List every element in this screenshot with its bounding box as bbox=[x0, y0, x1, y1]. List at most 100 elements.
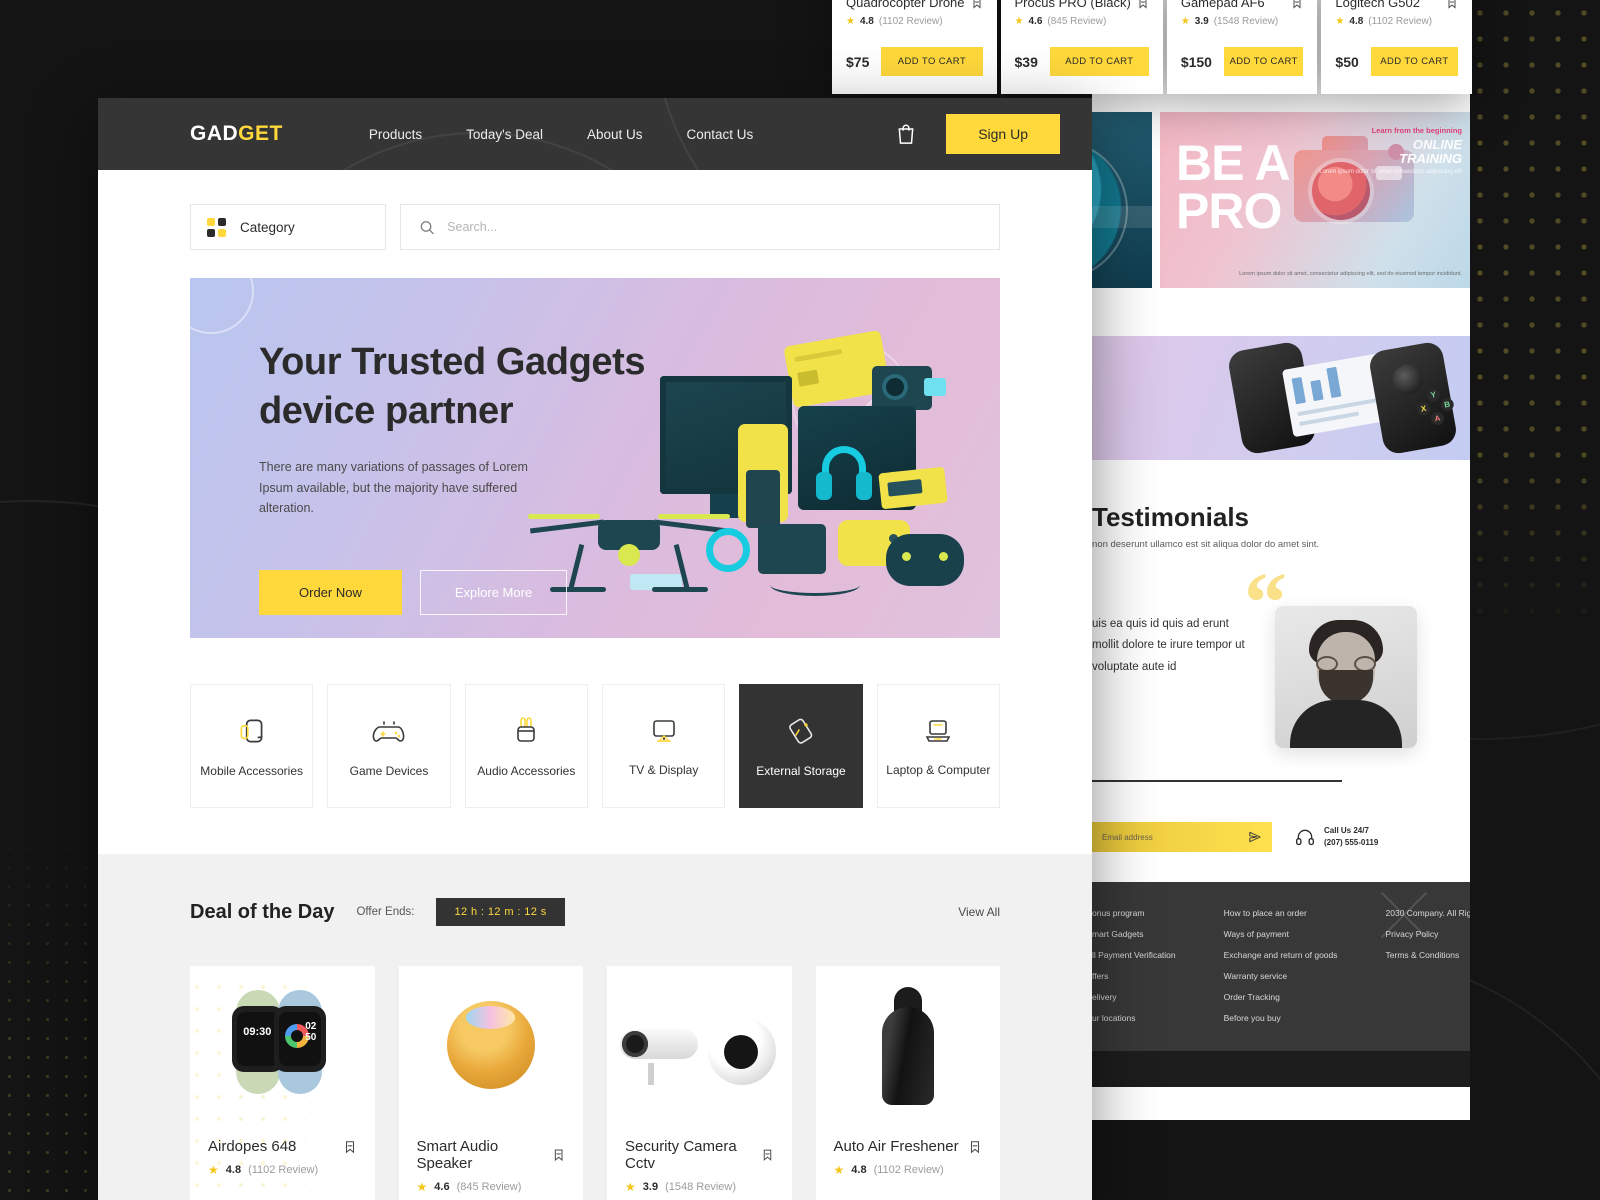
bookmark-icon[interactable] bbox=[968, 1139, 982, 1155]
category-tile-laptop-computer[interactable]: Laptop & Computer bbox=[876, 684, 1000, 808]
bookmark-icon[interactable] bbox=[1137, 0, 1149, 10]
category-tile-mobile-accessories[interactable]: Mobile Accessories bbox=[190, 684, 314, 808]
footer-link[interactable]: Order Tracking bbox=[1224, 992, 1338, 1002]
footer-link[interactable]: Warranty service bbox=[1224, 971, 1338, 981]
deal-product-grid: 09:30 02 50 Airdopes 648 ★ 4.8 (1102 Rev… bbox=[186, 966, 1000, 1200]
newsletter-placeholder: Email address bbox=[1102, 832, 1153, 842]
footer-link[interactable]: Ways of payment bbox=[1224, 929, 1338, 939]
product-rating: ★ 4.8 (1102 Review) bbox=[833, 1163, 944, 1177]
be-a-pro-heading: BE A PRO bbox=[1176, 135, 1291, 239]
category-tile-label: TV & Display bbox=[628, 763, 699, 777]
category-tile-label: Laptop & Computer bbox=[886, 763, 991, 777]
mini-product-price: $50 bbox=[1335, 53, 1359, 70]
view-all-link[interactable]: View All bbox=[958, 905, 1000, 919]
headphones-icon bbox=[1296, 829, 1314, 846]
bookmark-icon[interactable] bbox=[761, 1147, 774, 1163]
add-to-cart-button[interactable]: ADD TO CART bbox=[1370, 47, 1459, 77]
search-bar: Category bbox=[98, 170, 1092, 250]
usb-drive-icon bbox=[789, 718, 813, 744]
newsletter-email-field[interactable]: Email address bbox=[1092, 822, 1272, 852]
explore-more-button[interactable]: Explore More bbox=[419, 570, 568, 615]
category-tile-external-storage[interactable]: External Storage bbox=[739, 684, 863, 808]
product-rating: ★ 4.6 (845 Review) bbox=[416, 1180, 522, 1194]
floating-product-strip: Quadrocopter Drone ★ 4.8 (1102 Review) $… bbox=[832, 0, 1473, 94]
hero-heading: Your Trusted Gadgets device partner bbox=[259, 341, 646, 432]
send-icon[interactable] bbox=[1248, 830, 1262, 844]
category-tile-label: Mobile Accessories bbox=[200, 764, 304, 778]
offer-ends-label: Offer Ends: bbox=[356, 906, 415, 918]
footer-link[interactable]: ll Payment Verification bbox=[1092, 950, 1176, 960]
product-image bbox=[399, 966, 584, 1124]
bookmark-icon[interactable] bbox=[343, 1139, 357, 1155]
mini-product-card[interactable]: Procus PRO (Black) ★ 4.6 (845 Review) $3… bbox=[1000, 0, 1163, 94]
footer-link[interactable]: elivery bbox=[1092, 992, 1176, 1002]
footer-column-1: onus program mart Gadgets ll Payment Ver… bbox=[1092, 908, 1176, 1023]
sign-up-button[interactable]: Sign Up bbox=[946, 114, 1060, 154]
product-rating: ★ 3.9 (1548 Review) bbox=[625, 1180, 736, 1194]
section-divider bbox=[1092, 780, 1342, 782]
mini-product-card[interactable]: Logitech G502 ★ 4.8 (1102 Review) $50 AD… bbox=[1321, 0, 1473, 94]
footer: onus program mart Gadgets ll Payment Ver… bbox=[1092, 882, 1470, 1051]
mini-product-price: $75 bbox=[846, 53, 870, 70]
screen: BE A PRO Learn from the beginning ONLINE… bbox=[0, 0, 1600, 1200]
call-us-block: Call Us 24/7 (207) 555-0119 bbox=[1294, 825, 1378, 849]
countdown-timer: 12 h : 12 m : 12 s bbox=[436, 898, 565, 926]
bookmark-icon[interactable] bbox=[1291, 0, 1303, 10]
footer-column-2: How to place an order Ways of payment Ex… bbox=[1224, 908, 1338, 1023]
bookmark-icon[interactable] bbox=[1446, 0, 1458, 10]
footer-link[interactable]: Terms & Conditions bbox=[1386, 950, 1470, 960]
footer-link[interactable]: mart Gadgets bbox=[1092, 929, 1176, 939]
promo-kicker: Learn from the beginning bbox=[1371, 126, 1462, 135]
category-tile-audio-accessories[interactable]: Audio Accessories bbox=[464, 684, 588, 808]
nav-item-about-us[interactable]: About Us bbox=[587, 127, 643, 142]
category-tile-label: External Storage bbox=[756, 764, 846, 778]
nav-links: Products Today's Deal About Us Contact U… bbox=[369, 127, 753, 142]
product-card[interactable]: Smart Audio Speaker ★ 4.6 (845 Review) bbox=[398, 966, 584, 1200]
bookmark-icon[interactable] bbox=[971, 0, 983, 10]
product-card[interactable]: Auto Air Freshener ★ 4.8 (1102 Review) bbox=[815, 966, 1000, 1200]
product-card[interactable]: 09:30 02 50 Airdopes 648 ★ 4.8 (1102 Rev… bbox=[186, 966, 375, 1200]
add-to-cart-button[interactable]: ADD TO CART bbox=[1049, 47, 1149, 77]
nav-item-contact-us[interactable]: Contact Us bbox=[687, 127, 754, 142]
footer-link[interactable]: ffers bbox=[1092, 971, 1176, 981]
shopping-bag-icon[interactable] bbox=[896, 123, 916, 145]
testimonials-title: Testimonials bbox=[1092, 502, 1250, 532]
star-icon: ★ bbox=[1180, 16, 1190, 28]
add-to-cart-button[interactable]: ADD TO CART bbox=[881, 47, 983, 77]
footer-link[interactable]: Before you buy bbox=[1224, 1013, 1338, 1023]
product-title: Security Camera Cctv bbox=[625, 1138, 737, 1172]
earbuds-icon bbox=[517, 717, 536, 742]
bookmark-icon[interactable] bbox=[552, 1147, 565, 1163]
footer-link[interactable]: ur locations bbox=[1092, 1013, 1176, 1023]
be-a-pro-banner[interactable]: BE A PRO Learn from the beginning ONLINE… bbox=[1160, 112, 1470, 288]
right-page-column: BE A PRO Learn from the beginning ONLINE… bbox=[1092, 0, 1470, 1120]
brand-logo[interactable]: GADGET bbox=[190, 122, 283, 146]
testimonials-subtitle: non deserunt ullamco est sit aliqua dolo… bbox=[1092, 539, 1320, 550]
nav-item-todays-deal[interactable]: Today's Deal bbox=[466, 127, 543, 142]
headphone-promo-banner[interactable] bbox=[1092, 112, 1152, 288]
hero-banner: Your Trusted Gadgets device partner Ther… bbox=[190, 278, 1000, 638]
nav-item-products[interactable]: Products bbox=[369, 127, 422, 142]
mini-product-card[interactable]: Quadrocopter Drone ★ 4.8 (1102 Review) $… bbox=[832, 0, 997, 94]
category-selector[interactable]: Category bbox=[190, 204, 386, 250]
category-tile-game-devices[interactable]: Game Devices bbox=[327, 684, 451, 808]
footer-link[interactable]: How to place an order bbox=[1224, 908, 1338, 918]
category-tile-label: Game Devices bbox=[349, 764, 429, 778]
search-input[interactable] bbox=[447, 220, 981, 234]
phone-discount-banner[interactable]: t phone % off itch acros Y bbox=[1092, 336, 1470, 460]
footer-link[interactable]: Exchange and return of goods bbox=[1224, 950, 1338, 960]
category-tile-tv-display[interactable]: TV & Display bbox=[601, 684, 726, 808]
mini-product-rating: ★ 4.8 (1102 Review) bbox=[1335, 16, 1433, 28]
category-label: Category bbox=[240, 219, 295, 235]
category-grid-icon bbox=[207, 217, 226, 237]
order-now-button[interactable]: Order Now bbox=[259, 570, 402, 615]
mini-product-card[interactable]: Gamepad AF6 ★ 3.9 (1548 Review) $150 ADD… bbox=[1166, 0, 1318, 94]
add-to-cart-button[interactable]: ADD TO CART bbox=[1223, 47, 1304, 77]
footer-link[interactable]: onus program bbox=[1092, 908, 1176, 918]
star-icon: ★ bbox=[1014, 16, 1024, 28]
mini-product-rating: ★ 4.6 (845 Review) bbox=[1014, 16, 1107, 28]
search-field-wrapper[interactable] bbox=[400, 204, 1000, 250]
product-card[interactable]: Security Camera Cctv ★ 3.9 (1548 Review) bbox=[607, 966, 792, 1200]
testimonials-section: Testimonials non deserunt ullamco est si… bbox=[1092, 460, 1470, 748]
mini-product-rating: ★ 3.9 (1548 Review) bbox=[1180, 16, 1279, 28]
